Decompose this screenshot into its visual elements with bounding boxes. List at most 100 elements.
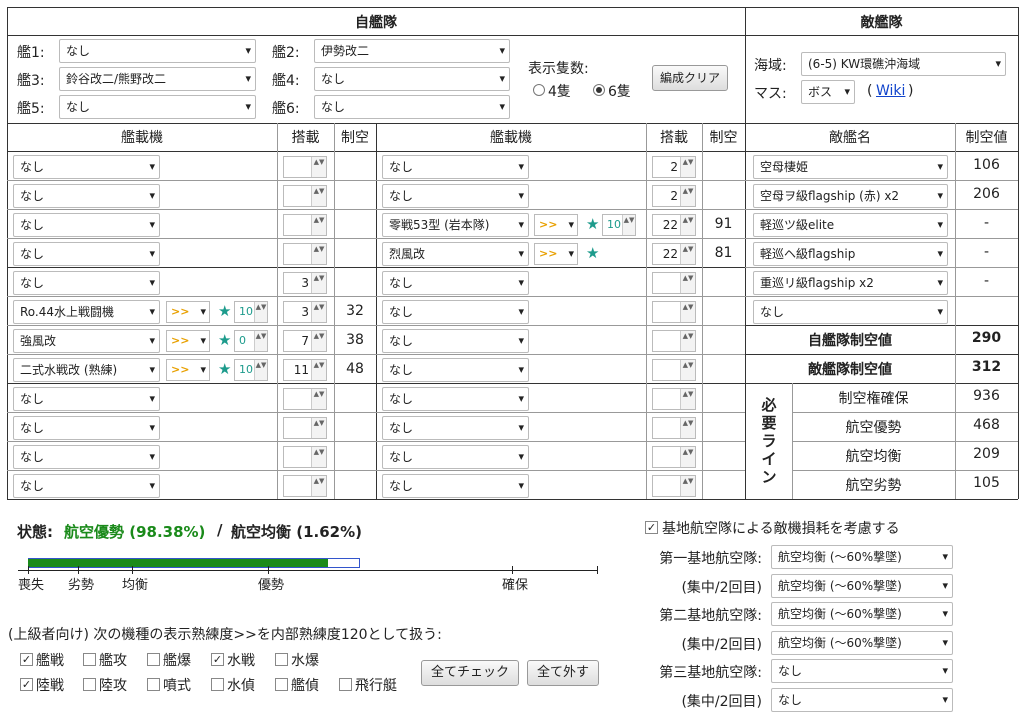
base-corps-select[interactable]: なし: [771, 659, 953, 683]
left_equip-plane-select[interactable]: 二式水戦改 (熟練): [13, 358, 160, 382]
left_equip-proficiency-select[interactable]: >>: [166, 359, 210, 381]
right_equip-plane-select[interactable]: なし: [382, 358, 529, 382]
left_equip-slot-spinner[interactable]: 11 ▲▼: [283, 359, 327, 381]
ship-select-5[interactable]: なし: [59, 95, 256, 119]
right_equip-plane-select[interactable]: なし: [382, 271, 529, 295]
right_equip-slot-spinner[interactable]: ▲▼: [652, 272, 696, 294]
left_equip-slot-spinner[interactable]: ▲▼: [283, 388, 327, 410]
ship-label-3: 艦3:: [17, 73, 45, 89]
right_equip-plane-select[interactable]: なし: [382, 155, 529, 179]
row2-checkbox[interactable]: [339, 678, 352, 691]
row2-checkbox[interactable]: ✓: [20, 678, 33, 691]
right_equip-slot-spinner[interactable]: ▲▼: [652, 417, 696, 439]
left_equip-plane-select[interactable]: なし: [13, 242, 160, 266]
radio-6-ships[interactable]: [593, 84, 605, 96]
left_equip-slot-spinner[interactable]: ▲▼: [283, 417, 327, 439]
right_equip-plane-select[interactable]: なし: [382, 329, 529, 353]
base-corps-select[interactable]: 航空均衡 (～60%撃墜): [771, 573, 953, 598]
right_equip-slot-spinner[interactable]: 22 ▲▼: [652, 214, 696, 236]
row2-checkbox[interactable]: [83, 678, 96, 691]
right_equip-proficiency-select[interactable]: >>: [534, 214, 578, 236]
left_equip-slot-spinner[interactable]: 3 ▲▼: [283, 301, 327, 323]
left_equip-plane-select[interactable]: なし: [13, 445, 160, 469]
left_equip-plane-select[interactable]: なし: [13, 155, 160, 179]
enemy-ship-select[interactable]: 空母ヲ級flagship (赤) x2: [753, 184, 948, 208]
base-corps-select[interactable]: 航空均衡 (～60%撃墜): [771, 545, 953, 569]
enemy-ship-select[interactable]: 軽巡ツ級elite: [753, 213, 948, 237]
base-corps-select[interactable]: 航空均衡 (～60%撃墜): [771, 630, 953, 655]
enemy-ship-select[interactable]: 空母棲姫: [753, 155, 948, 179]
ship-select-3[interactable]: 鈴谷改二/熊野改二: [59, 67, 256, 91]
row1-checkbox[interactable]: [147, 653, 160, 666]
left_equip-plane-select[interactable]: 強風改: [13, 329, 160, 353]
ship-select-1[interactable]: なし: [59, 39, 256, 63]
row1-checkbox[interactable]: ✓: [20, 653, 33, 666]
right_equip-slot-spinner[interactable]: 22 ▲▼: [652, 243, 696, 265]
right_equip-slot-spinner[interactable]: 2 ▲▼: [652, 185, 696, 207]
enemy-ship-select[interactable]: なし: [753, 300, 948, 324]
left_equip-plane-select[interactable]: なし: [13, 271, 160, 295]
base-corps-select[interactable]: なし: [771, 687, 953, 712]
ship-select-4[interactable]: なし: [314, 67, 510, 91]
left_equip-slot-spinner[interactable]: ▲▼: [283, 475, 327, 497]
right_equip-plane-select[interactable]: 零戦53型 (岩本隊): [382, 213, 529, 237]
spinner-arrows-icon: ▲▼: [311, 244, 326, 264]
clear-fleet-button[interactable]: 編成クリア: [652, 65, 728, 91]
radio-4-label: 4隻: [548, 84, 571, 100]
left_equip-slot-spinner[interactable]: ▲▼: [283, 156, 327, 178]
left_equip-slot-spinner[interactable]: 3 ▲▼: [283, 272, 327, 294]
left_equip-slot-spinner[interactable]: ▲▼: [283, 446, 327, 468]
enemy-ship-select[interactable]: 重巡リ級flagship x2: [753, 271, 948, 295]
left_equip-plane-select[interactable]: なし: [13, 213, 160, 237]
left_equip-plane-select[interactable]: なし: [13, 387, 160, 411]
right_equip-plane-select[interactable]: 烈風改: [382, 242, 529, 266]
left_equip-plane-select[interactable]: なし: [13, 184, 160, 208]
left_equip-proficiency-select[interactable]: >>: [166, 330, 210, 352]
right_equip-slot-spinner[interactable]: 2 ▲▼: [652, 156, 696, 178]
right_equip-improvement-spinner[interactable]: 10 ▲▼: [602, 214, 636, 236]
right_equip-plane-select[interactable]: なし: [382, 387, 529, 411]
right_equip-plane-select[interactable]: なし: [382, 184, 529, 208]
wiki-link[interactable]: Wiki: [876, 83, 905, 99]
left_equip-plane-select[interactable]: なし: [13, 474, 160, 498]
right_equip-slot-spinner[interactable]: ▲▼: [652, 301, 696, 323]
base-consider-checkbox[interactable]: ✓: [645, 521, 658, 534]
uncheck-all-button[interactable]: 全て外す: [527, 660, 599, 686]
ship-select-2[interactable]: 伊勢改二: [314, 39, 510, 63]
left_equip-improvement-spinner[interactable]: 10 ▲▼: [234, 301, 268, 323]
right_equip-slot-spinner[interactable]: ▲▼: [652, 446, 696, 468]
left_equip-improvement-spinner[interactable]: 0 ▲▼: [234, 330, 268, 352]
radio-4-ships[interactable]: [533, 84, 545, 96]
row2-checkbox[interactable]: [211, 678, 224, 691]
left_equip-slot-spinner[interactable]: ▲▼: [283, 185, 327, 207]
right_equip-slot-spinner[interactable]: ▲▼: [652, 359, 696, 381]
ship-select-6[interactable]: なし: [314, 95, 510, 119]
row2-checkbox[interactable]: [275, 678, 288, 691]
left_equip-plane-select[interactable]: なし: [13, 416, 160, 440]
left_equip-proficiency-select[interactable]: >>: [166, 301, 210, 323]
right_equip-plane-select[interactable]: なし: [382, 445, 529, 469]
right_equip-proficiency-select[interactable]: >>: [534, 243, 578, 265]
left_equip-improvement-spinner[interactable]: 10 ▲▼: [234, 359, 268, 381]
right_equip-slot-spinner[interactable]: ▲▼: [652, 330, 696, 352]
row1-checkbox[interactable]: [275, 653, 288, 666]
left_equip-plane-select[interactable]: Ro.44水上戦闘機: [13, 300, 160, 324]
cell-select[interactable]: ボス: [801, 80, 855, 104]
area-select[interactable]: (6-5) KW環礁沖海域: [801, 52, 1006, 76]
base-corps-select[interactable]: 航空均衡 (～60%撃墜): [771, 602, 953, 626]
right_equip-plane-select[interactable]: なし: [382, 416, 529, 440]
left_equip-slot-spinner[interactable]: 7 ▲▼: [283, 330, 327, 352]
left_equip-slot-spinner[interactable]: ▲▼: [283, 214, 327, 236]
check-all-button[interactable]: 全てチェック: [421, 660, 519, 686]
row1-checkbox[interactable]: [83, 653, 96, 666]
right_equip-plane-select[interactable]: なし: [382, 300, 529, 324]
right_equip-plane-select[interactable]: なし: [382, 474, 529, 498]
right_equip-slot-spinner[interactable]: ▲▼: [652, 475, 696, 497]
base-corps-label: (集中/2回目): [681, 693, 762, 710]
left_equip-slot-spinner[interactable]: ▲▼: [283, 243, 327, 265]
right_equip-slot-spinner[interactable]: ▲▼: [652, 388, 696, 410]
spinner-arrows-icon: ▲▼: [680, 244, 695, 264]
row1-checkbox[interactable]: ✓: [211, 653, 224, 666]
enemy-ship-select[interactable]: 軽巡ヘ級flagship: [753, 242, 948, 266]
row2-checkbox[interactable]: [147, 678, 160, 691]
